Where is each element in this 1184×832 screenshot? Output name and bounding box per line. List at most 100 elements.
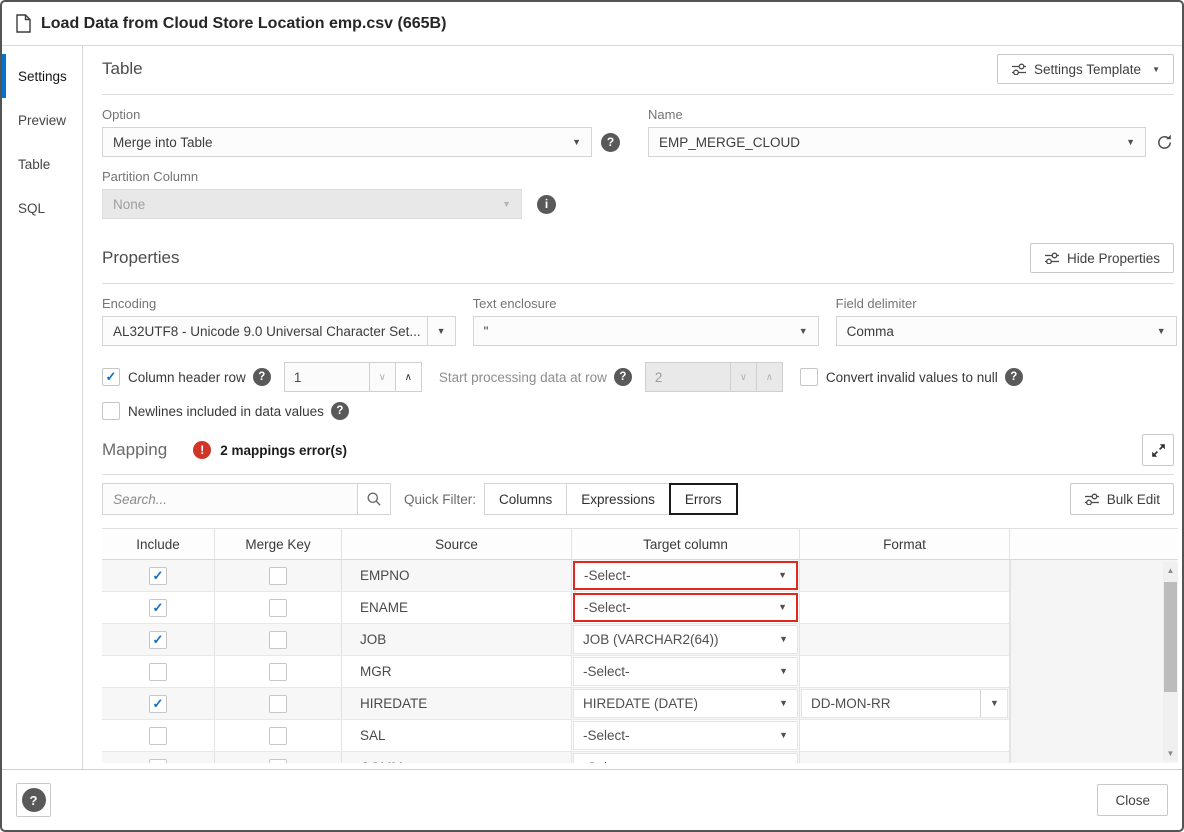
merge-key-checkbox[interactable] — [269, 726, 287, 745]
chevron-down-icon: ▼ — [1152, 64, 1160, 74]
target-column-value: -Select- — [584, 568, 631, 583]
properties-section-title: Properties — [102, 248, 180, 267]
sidebar-item-table[interactable]: Table — [2, 142, 82, 186]
mapping-section-header: Mapping ! 2 mappings error(s) — [102, 434, 1174, 475]
include-checkbox[interactable] — [149, 758, 167, 763]
help-button[interactable]: ? — [16, 783, 51, 817]
source-name: EMPNO — [360, 568, 410, 583]
scroll-up-icon[interactable]: ▲ — [1163, 562, 1178, 578]
sidebar-item-sql[interactable]: SQL — [2, 186, 82, 230]
text-enclosure-select[interactable]: " ▼ — [472, 316, 819, 346]
dialog-footer: ? Close — [2, 769, 1182, 830]
encoding-select[interactable]: AL32UTF8 - Unicode 9.0 Universal Charact… — [102, 316, 456, 346]
newlines-help-icon[interactable]: ? — [330, 402, 349, 420]
chevron-down-icon: ▼ — [778, 570, 787, 580]
target-column-select[interactable]: -Select- ▼ — [573, 721, 798, 750]
column-header-row-spinner[interactable]: 1 ∨ ∧ — [283, 362, 422, 392]
partition-info-icon[interactable]: i — [537, 194, 556, 214]
filter-errors-button[interactable]: Errors — [668, 483, 738, 515]
hide-properties-button[interactable]: Hide Properties — [1029, 243, 1174, 273]
partition-column-value: None — [113, 196, 146, 212]
table-name-select[interactable]: EMP_MERGE_CLOUD ▼ — [648, 127, 1146, 157]
chevron-down-icon: ▼ — [1156, 325, 1166, 336]
convert-invalid-checkbox[interactable] — [799, 368, 818, 386]
dialog-title: Load Data from Cloud Store Location emp.… — [41, 14, 447, 32]
encoding-label: Encoding — [102, 296, 157, 311]
spinner-up-icon: ∧ — [755, 363, 782, 391]
text-enclosure-label: Text enclosure — [472, 296, 557, 311]
sidebar-item-label: Settings — [18, 68, 67, 84]
target-column-select[interactable]: -Select- ▼ — [573, 593, 798, 622]
filter-columns-button[interactable]: Columns — [484, 483, 568, 515]
search-button[interactable] — [358, 483, 391, 515]
source-name: ENAME — [360, 600, 409, 615]
source-name: JOB — [360, 632, 387, 647]
source-name: MGR — [360, 664, 392, 679]
filter-expressions-button[interactable]: Expressions — [566, 483, 670, 515]
sliders-icon — [1011, 63, 1027, 75]
vertical-scrollbar[interactable]: ▲ ▼ — [1163, 562, 1178, 761]
convert-invalid-help-icon[interactable]: ? — [1004, 368, 1023, 386]
target-column-value: HIREDATE (DATE) — [583, 696, 699, 711]
merge-key-checkbox[interactable] — [269, 566, 287, 585]
header-source: Source — [342, 529, 572, 559]
include-checkbox[interactable] — [149, 726, 167, 745]
option-help-icon[interactable]: ? — [601, 132, 620, 152]
include-checkbox[interactable]: ✓ — [149, 566, 167, 585]
merge-key-checkbox[interactable] — [269, 694, 287, 713]
filter-label: Columns — [499, 491, 553, 507]
sidebar-item-preview[interactable]: Preview — [2, 98, 82, 142]
include-checkbox[interactable] — [149, 662, 167, 681]
target-column-value: -Select- — [583, 664, 630, 679]
help-icon: ? — [21, 788, 46, 812]
search-input[interactable] — [102, 483, 358, 515]
column-header-row-checkbox[interactable]: ✓ — [102, 368, 120, 386]
chevron-down-icon: ▼ — [779, 634, 788, 644]
mapping-table-header: Include Merge Key Source Target column F… — [102, 528, 1178, 560]
sidebar-item-settings[interactable]: Settings — [2, 54, 82, 98]
target-column-value: -Select- — [584, 600, 631, 615]
option-value: Merge into Table — [113, 134, 213, 150]
include-checkbox[interactable]: ✓ — [149, 630, 167, 649]
refresh-icon[interactable] — [1155, 133, 1174, 152]
scroll-down-icon[interactable]: ▼ — [1163, 745, 1178, 761]
encoding-value: AL32UTF8 - Unicode 9.0 Universal Charact… — [113, 323, 421, 339]
merge-key-checkbox[interactable] — [269, 662, 287, 681]
target-column-select[interactable]: -Select- ▼ — [573, 753, 798, 763]
target-column-select[interactable]: JOB (VARCHAR2(64)) ▼ — [573, 625, 798, 654]
table-section-title: Table — [102, 59, 143, 78]
merge-key-checkbox[interactable] — [269, 630, 287, 649]
merge-key-checkbox[interactable] — [269, 598, 287, 617]
target-column-select[interactable]: HIREDATE (DATE) ▼ — [573, 689, 798, 718]
chevron-down-icon: ▼ — [436, 325, 446, 336]
name-label: Name — [648, 107, 683, 122]
source-name: SAL — [360, 728, 386, 743]
bulk-edit-button[interactable]: Bulk Edit — [1069, 483, 1174, 515]
scrollbar-thumb[interactable] — [1164, 582, 1177, 692]
bulk-edit-label: Bulk Edit — [1106, 491, 1160, 507]
target-column-select[interactable]: -Select- ▼ — [573, 561, 798, 590]
settings-template-button[interactable]: Settings Template ▼ — [997, 54, 1174, 84]
mapping-error-text: 2 mappings error(s) — [220, 442, 347, 458]
column-header-row-help-icon[interactable]: ? — [252, 368, 271, 386]
field-delimiter-select[interactable]: Comma ▼ — [835, 316, 1177, 346]
newlines-checkbox[interactable] — [102, 402, 120, 420]
settings-panel: Table Settings Template ▼ Option Merge i… — [83, 46, 1182, 769]
spinner-up-icon[interactable]: ∧ — [394, 363, 421, 391]
option-select[interactable]: Merge into Table ▼ — [102, 127, 592, 157]
start-processing-help-icon[interactable]: ? — [613, 368, 632, 386]
sidebar: Settings Preview Table SQL — [2, 46, 83, 769]
include-checkbox[interactable]: ✓ — [149, 694, 167, 713]
start-processing-spinner: 2 ∨ ∧ — [644, 362, 783, 392]
convert-invalid-label: Convert invalid values to null — [825, 369, 998, 385]
target-column-select[interactable]: -Select- ▼ — [573, 657, 798, 686]
merge-key-checkbox[interactable] — [269, 758, 287, 763]
include-checkbox[interactable]: ✓ — [149, 598, 167, 617]
target-column-value: -Select- — [583, 760, 779, 763]
chevron-down-icon: ▼ — [572, 136, 581, 147]
format-select[interactable]: DD-MON-RR ▼ — [801, 689, 1008, 718]
spinner-down-icon[interactable]: ∨ — [368, 363, 395, 391]
expand-button[interactable] — [1142, 434, 1174, 466]
load-data-dialog: Load Data from Cloud Store Location emp.… — [0, 0, 1184, 832]
close-button[interactable]: Close — [1097, 784, 1168, 816]
